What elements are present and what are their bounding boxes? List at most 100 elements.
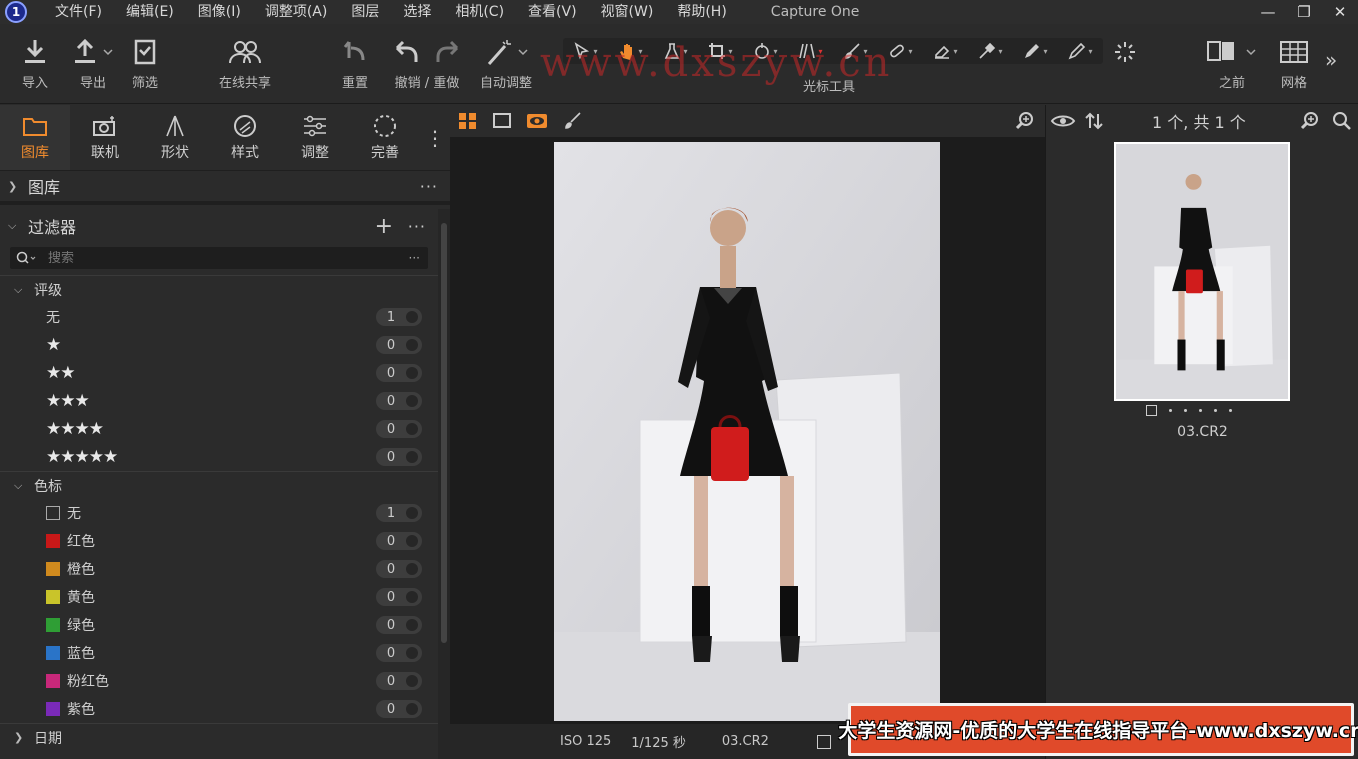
eraser-tool[interactable]: ▾ bbox=[933, 42, 958, 60]
search-icon[interactable] bbox=[16, 251, 38, 265]
pen-icon bbox=[1025, 44, 1040, 58]
library-section-header[interactable]: ❯ 图库 ··· bbox=[0, 171, 450, 205]
import-button[interactable]: 导入 bbox=[22, 36, 48, 91]
reset-button[interactable]: 重置 bbox=[341, 36, 369, 91]
search-options-button[interactable]: ··· bbox=[409, 251, 420, 265]
rating-row-5[interactable]: ★★★★★ 0 bbox=[0, 443, 438, 471]
tab-library[interactable]: 图库 bbox=[0, 105, 70, 170]
grid-view-icon[interactable] bbox=[458, 112, 478, 130]
tab-lens[interactable]: 形状 bbox=[140, 105, 210, 170]
select-checkbox[interactable] bbox=[816, 734, 831, 749]
picker-tool[interactable]: ▾ bbox=[978, 42, 1003, 60]
filters-more-button[interactable]: ··· bbox=[408, 217, 426, 236]
main-photo[interactable] bbox=[554, 142, 940, 721]
rating-dot[interactable] bbox=[1184, 409, 1187, 412]
thumbnail-checkbox[interactable] bbox=[1146, 405, 1157, 416]
app-logo[interactable]: 1 bbox=[5, 1, 27, 23]
tab-tether[interactable]: 联机 bbox=[70, 105, 140, 170]
search-input[interactable] bbox=[48, 250, 368, 266]
tool-tabs-more-button[interactable]: ⋮ bbox=[420, 105, 450, 170]
filters-section-header[interactable]: ⌵ 过滤器 + ··· bbox=[0, 209, 438, 243]
rating-row-1[interactable]: ★ 0 bbox=[0, 331, 438, 359]
brush-icon[interactable] bbox=[562, 112, 582, 130]
thumbnail-rating-dots[interactable] bbox=[1146, 405, 1232, 416]
menu-select[interactable]: 选择 bbox=[391, 0, 443, 24]
color-row-blue[interactable]: 蓝色 0 bbox=[0, 639, 438, 667]
search-icon[interactable] bbox=[1332, 111, 1352, 131]
tab-adjust[interactable]: 调整 bbox=[280, 105, 350, 170]
library-more-button[interactable]: ··· bbox=[420, 177, 438, 196]
filters-title: 过滤器 bbox=[28, 218, 77, 237]
auto-adjust-button[interactable]: 自动调整 bbox=[480, 36, 532, 91]
rating-row-3[interactable]: ★★★ 0 bbox=[0, 387, 438, 415]
rating-row-2[interactable]: ★★ 0 bbox=[0, 359, 438, 387]
count-badge: 0 bbox=[376, 392, 422, 410]
color-row-orange[interactable]: 橙色 0 bbox=[0, 555, 438, 583]
eye-icon[interactable] bbox=[1050, 112, 1076, 130]
color-tag-list: 无 1 红色 0 橙色 0 黄色 0 绿色 0 蓝色 0 粉红色 0 紫色 0 bbox=[0, 499, 438, 723]
rating-row-4[interactable]: ★★★★ 0 bbox=[0, 415, 438, 443]
menu-edit[interactable]: 编辑(E) bbox=[114, 0, 186, 24]
undo-redo-button[interactable]: 撤销 / 重做 bbox=[391, 36, 463, 91]
tab-styles[interactable]: 样式 bbox=[210, 105, 280, 170]
menu-window[interactable]: 视窗(W) bbox=[589, 0, 666, 24]
menu-file[interactable]: 文件(F) bbox=[43, 0, 114, 24]
share-button[interactable]: 在线共享 bbox=[219, 36, 271, 91]
rating-dot[interactable] bbox=[1199, 409, 1202, 412]
color-row-purple[interactable]: 紫色 0 bbox=[0, 695, 438, 723]
import-label: 导入 bbox=[22, 76, 49, 91]
browser-panel: 1 个, 共 1 个 03.CR2 bbox=[1045, 105, 1358, 759]
spinner-icon[interactable] bbox=[1113, 40, 1137, 68]
rating-dot[interactable] bbox=[1214, 409, 1217, 412]
add-filter-button[interactable]: + bbox=[375, 214, 394, 239]
color-row-green[interactable]: 绿色 0 bbox=[0, 611, 438, 639]
eye-icon[interactable] bbox=[526, 112, 548, 130]
count-badge: 0 bbox=[376, 420, 422, 438]
rating-header[interactable]: ⌵ 评级 bbox=[0, 275, 438, 303]
color-row-pink[interactable]: 粉红色 0 bbox=[0, 667, 438, 695]
chevron-right-icon: ❯ bbox=[14, 731, 24, 744]
before-button[interactable]: 之前 bbox=[1205, 36, 1259, 91]
color-row-yellow[interactable]: 黄色 0 bbox=[0, 583, 438, 611]
export-button[interactable]: 导出 bbox=[72, 36, 114, 91]
menu-image[interactable]: 图像(I) bbox=[186, 0, 253, 24]
before-label: 之前 bbox=[1218, 76, 1245, 91]
rating-row-none[interactable]: 无 1 bbox=[0, 303, 438, 331]
share-label: 在线共享 bbox=[219, 76, 272, 91]
scrollbar-thumb[interactable] bbox=[441, 223, 447, 643]
minimize-button[interactable]: — bbox=[1250, 0, 1286, 24]
date-header[interactable]: ❯ 日期 bbox=[0, 723, 438, 751]
count-badge: 0 bbox=[376, 560, 422, 578]
color-label: 无 bbox=[67, 506, 81, 522]
zoom-icon[interactable] bbox=[1300, 111, 1320, 131]
shutter-value: 1/125 秒 bbox=[631, 736, 686, 751]
tab-refine[interactable]: 完善 bbox=[350, 105, 420, 170]
color-row-none[interactable]: 无 1 bbox=[0, 499, 438, 527]
grid-button[interactable]: 网格 bbox=[1279, 36, 1309, 91]
zoom-icon[interactable] bbox=[1015, 111, 1035, 131]
sort-icon[interactable] bbox=[1084, 111, 1104, 131]
export-icon bbox=[72, 36, 114, 68]
menu-layers[interactable]: 图层 bbox=[339, 0, 391, 24]
menu-bar: 1 文件(F) 编辑(E) 图像(I) 调整项(A) 图层 选择 相机(C) 查… bbox=[0, 0, 1358, 24]
color-tag-header[interactable]: ⌵ 色标 bbox=[0, 471, 438, 499]
color-label: 蓝色 bbox=[67, 646, 95, 662]
color-row-red[interactable]: 红色 0 bbox=[0, 527, 438, 555]
rating-dot[interactable] bbox=[1169, 409, 1172, 412]
count-badge: 1 bbox=[376, 504, 422, 522]
menu-view[interactable]: 查看(V) bbox=[516, 0, 589, 24]
maximize-button[interactable]: ❐ bbox=[1286, 0, 1322, 24]
rating-dot[interactable] bbox=[1229, 409, 1232, 412]
color-swatch bbox=[46, 506, 60, 520]
close-button[interactable]: ✕ bbox=[1322, 0, 1358, 24]
single-view-icon[interactable] bbox=[492, 112, 512, 130]
toolbar-overflow-button[interactable]: » bbox=[1325, 48, 1337, 72]
menu-adjustments[interactable]: 调整项(A) bbox=[253, 0, 340, 24]
menu-camera[interactable]: 相机(C) bbox=[443, 0, 516, 24]
menu-help[interactable]: 帮助(H) bbox=[665, 0, 738, 24]
panel-scrollbar[interactable] bbox=[438, 209, 450, 759]
filter-button[interactable]: 筛选 bbox=[132, 36, 158, 91]
annotate-tool[interactable]: ▾ bbox=[1023, 42, 1048, 60]
marker-tool[interactable]: ▾ bbox=[1068, 42, 1093, 60]
thumbnail[interactable] bbox=[1114, 142, 1290, 401]
